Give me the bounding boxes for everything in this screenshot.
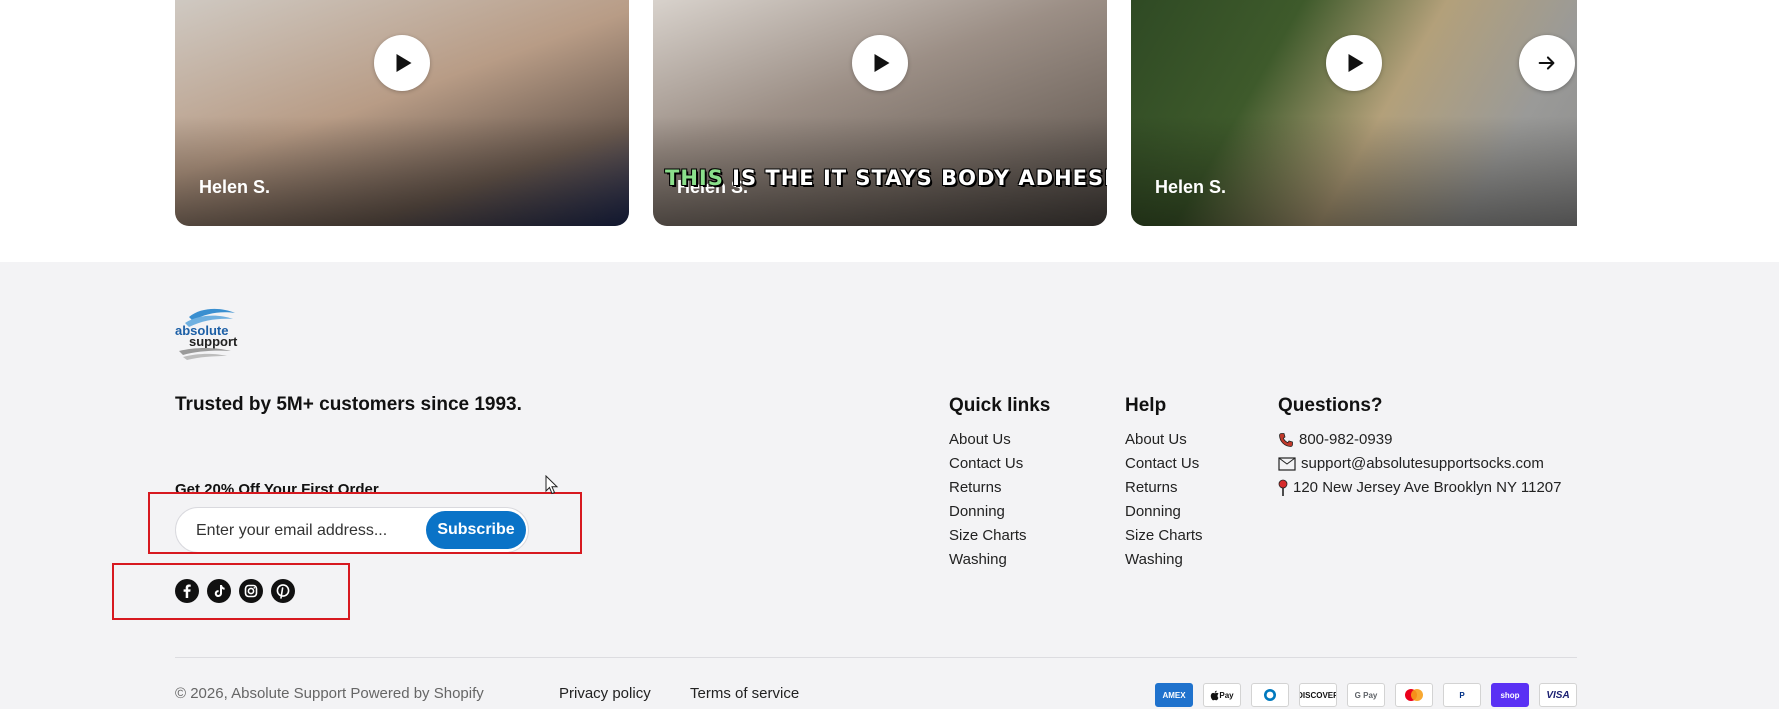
questions-column: Questions? 800-982-0939 support@absolute… <box>1278 394 1562 500</box>
questions-title: Questions? <box>1278 395 1383 416</box>
video-shade <box>1131 116 1577 226</box>
map-pin-icon <box>1278 479 1288 496</box>
help-title: Help <box>1125 395 1167 416</box>
logo-mark: absolute support <box>175 308 238 360</box>
play-icon <box>396 54 411 72</box>
tiktok-icon[interactable] <box>207 579 231 603</box>
contact-phone[interactable]: 800-982-0939 <box>1278 428 1562 452</box>
video-shade <box>175 116 629 226</box>
apple-pay-label: Pay <box>1219 690 1234 700</box>
social-links <box>175 579 295 603</box>
quick-link-about-us[interactable]: About Us <box>949 428 1050 452</box>
quick-links-title: Quick links <box>949 395 1051 416</box>
quick-links-column: Quick links About Us Contact Us Returns … <box>949 394 1050 572</box>
video-card[interactable]: Helen S. <box>175 0 629 226</box>
play-button[interactable] <box>1326 35 1382 91</box>
video-author: Helen S. <box>199 177 271 197</box>
payment-methods: AMEX Pay DISCOVER G Pay P shop VISA <box>1155 683 1577 707</box>
newsletter-title: Get 20% Off Your First Order <box>175 481 379 498</box>
video-caption: THIS IS THE IT STAYS BODY ADHESIVE <box>665 166 1107 190</box>
amex-icon: AMEX <box>1155 683 1193 707</box>
play-icon <box>874 54 889 72</box>
video-carousel: Helen S. Helen S. THIS IS THE IT STAYS B… <box>0 0 1779 262</box>
help-link-returns[interactable]: Returns <box>1125 476 1203 500</box>
quick-link-size-charts[interactable]: Size Charts <box>949 524 1050 548</box>
play-button[interactable] <box>374 35 430 91</box>
diners-glyph <box>1264 689 1276 701</box>
help-link-donning[interactable]: Donning <box>1125 500 1203 524</box>
diners-club-icon <box>1251 683 1289 707</box>
help-link-washing[interactable]: Washing <box>1125 548 1203 572</box>
brand-logo[interactable]: absolute support <box>175 305 245 361</box>
pinterest-icon[interactable] <box>271 579 295 603</box>
help-link-about-us[interactable]: About Us <box>1125 428 1203 452</box>
quick-link-donning[interactable]: Donning <box>949 500 1050 524</box>
street-address: 120 New Jersey Ave Brooklyn NY 11207 <box>1293 479 1562 496</box>
mastercard-glyph <box>1405 689 1423 701</box>
email-address: support@absolutesupportsocks.com <box>1301 455 1544 472</box>
apple-glyph <box>1211 690 1219 700</box>
envelope-icon <box>1278 457 1296 471</box>
copyright-text: © 2026, Absolute Support Powered by Shop… <box>175 685 484 702</box>
quick-link-contact-us[interactable]: Contact Us <box>949 452 1050 476</box>
help-link-contact-us[interactable]: Contact Us <box>1125 452 1203 476</box>
help-link-size-charts[interactable]: Size Charts <box>1125 524 1203 548</box>
caption-highlight: THIS <box>665 166 724 190</box>
apple-pay-icon: Pay <box>1203 683 1241 707</box>
help-column: Help About Us Contact Us Returns Donning… <box>1125 394 1203 572</box>
carousel-next-button[interactable] <box>1519 35 1575 91</box>
video-card[interactable]: Helen S. <box>1131 0 1577 226</box>
shop-pay-icon: shop <box>1491 683 1529 707</box>
svg-text:support: support <box>189 334 238 349</box>
quick-link-washing[interactable]: Washing <box>949 548 1050 572</box>
terms-of-service-link[interactable]: Terms of service <box>690 685 799 702</box>
subscribe-button[interactable]: Subscribe <box>426 511 526 549</box>
video-card[interactable]: Helen S. THIS IS THE IT STAYS BODY ADHES… <box>653 0 1107 226</box>
discover-icon: DISCOVER <box>1299 683 1337 707</box>
play-button[interactable] <box>852 35 908 91</box>
privacy-policy-link[interactable]: Privacy policy <box>559 685 651 702</box>
instagram-icon[interactable] <box>239 579 263 603</box>
visa-icon: VISA <box>1539 683 1577 707</box>
contact-email[interactable]: support@absolutesupportsocks.com <box>1278 452 1562 476</box>
arrow-right-icon <box>1538 56 1555 70</box>
newsletter-form: Subscribe <box>175 507 529 554</box>
caption-text: IS THE IT STAYS BODY ADHESIVE <box>723 166 1107 190</box>
email-input[interactable] <box>194 508 418 554</box>
paypal-icon: P <box>1443 683 1481 707</box>
phone-number: 800-982-0939 <box>1299 431 1393 448</box>
footer-tagline: Trusted by 5M+ customers since 1993. <box>175 394 522 415</box>
mastercard-icon <box>1395 683 1433 707</box>
phone-icon <box>1279 433 1293 447</box>
contact-address: 120 New Jersey Ave Brooklyn NY 11207 <box>1278 476 1562 500</box>
footer-divider <box>175 657 1577 658</box>
play-icon <box>1348 54 1363 72</box>
facebook-icon[interactable] <box>175 579 199 603</box>
google-pay-icon: G Pay <box>1347 683 1385 707</box>
video-author: Helen S. <box>1155 177 1227 197</box>
quick-link-returns[interactable]: Returns <box>949 476 1050 500</box>
